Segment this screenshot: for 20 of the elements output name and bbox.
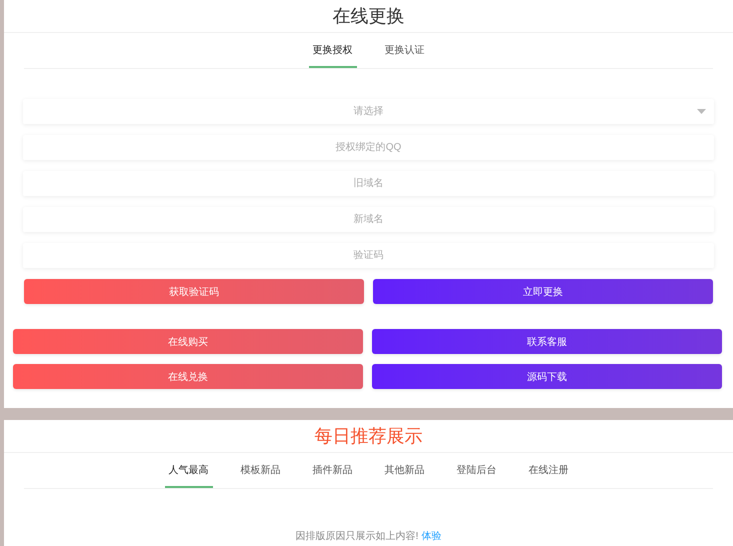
- input-field[interactable]: 授权绑定的QQ: [23, 135, 714, 160]
- section-title: 每日推荐展示: [4, 420, 733, 453]
- tab[interactable]: 模板新品: [236, 453, 284, 488]
- section-title: 在线更换: [4, 0, 733, 33]
- select-field[interactable]: 请选择: [23, 99, 714, 124]
- input-field[interactable]: 新域名: [23, 207, 714, 232]
- notice-text: 因排版原因只展示如上内容!: [296, 531, 418, 542]
- action-button[interactable]: 立即更换: [373, 279, 713, 304]
- tab[interactable]: 人气最高: [164, 453, 212, 488]
- tab[interactable]: 更换授权: [308, 33, 356, 68]
- tab[interactable]: 插件新品: [308, 453, 356, 488]
- tab[interactable]: 登陆后台: [452, 453, 500, 488]
- action-button[interactable]: 联系客服: [372, 329, 722, 354]
- tab[interactable]: 在线注册: [524, 453, 572, 488]
- action-button[interactable]: 源码下载: [372, 364, 722, 389]
- tab[interactable]: 更换认证: [380, 33, 428, 68]
- input-field[interactable]: 旧域名: [23, 171, 714, 196]
- caret-icon: [697, 109, 706, 114]
- input-field[interactable]: 验证码: [23, 243, 714, 268]
- tab[interactable]: 其他新品: [380, 453, 428, 488]
